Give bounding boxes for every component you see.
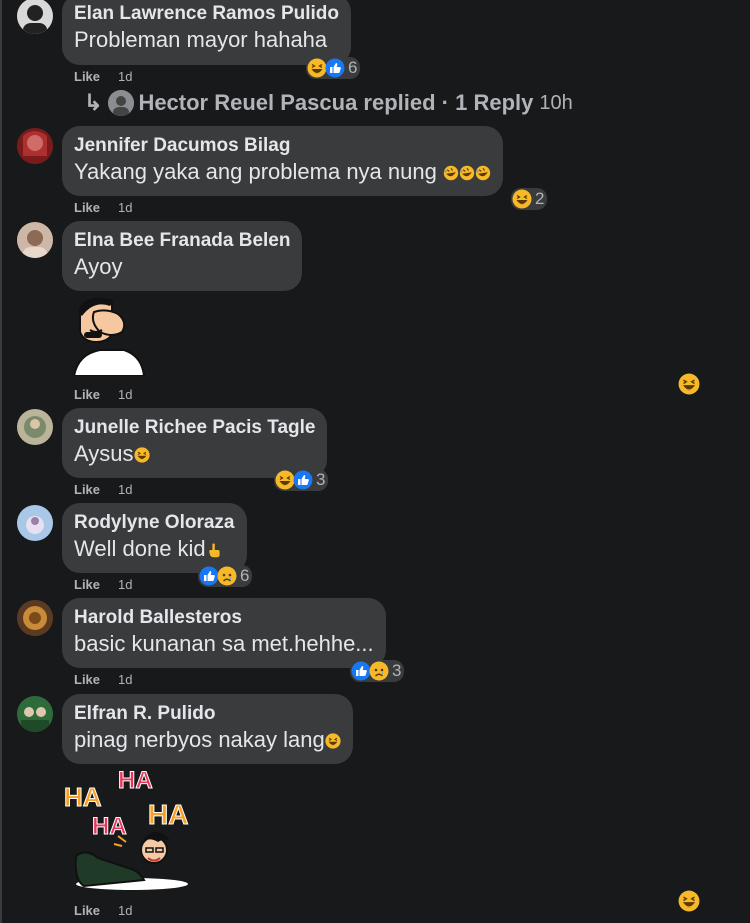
comment-bubble: Harold Ballesteros basic kunanan sa met.…	[62, 598, 386, 668]
comment-actions: Like 1d	[74, 482, 132, 497]
haha-sticker-word: HA	[64, 782, 102, 812]
haha-sticker-word: HA	[118, 767, 153, 794]
comment-text: Ayoy	[74, 254, 123, 279]
comment-actions: Like 1d	[74, 387, 132, 402]
avatar[interactable]	[17, 600, 53, 636]
haha-emoji-icon	[133, 447, 150, 463]
haha-sticker-word: HA	[92, 813, 127, 840]
reaction-count: 2	[535, 189, 545, 208]
like-link[interactable]: Like	[74, 387, 100, 402]
pointing-hand-emoji-icon	[208, 543, 220, 558]
comment-actions: Like 1d	[74, 577, 132, 592]
haha-sticker[interactable]: HA HA HA HA	[62, 764, 192, 894]
laughing-tears-emoji-icon	[443, 165, 459, 181]
haha-emoji-icon	[275, 470, 295, 490]
reaction-summary[interactable]: 6	[198, 565, 253, 587]
comment-text-body: pinag nerbyos nakay lang	[74, 727, 325, 752]
avatar[interactable]	[17, 128, 53, 164]
comment-text: basic kunanan sa met.hehhe...	[74, 631, 374, 656]
avatar	[108, 90, 135, 116]
comment-timestamp[interactable]: 1d	[118, 69, 132, 84]
comment-actions: Like 1d	[74, 200, 132, 215]
laughing-tears-emoji-icon	[475, 165, 491, 181]
like-link[interactable]: Like	[74, 577, 100, 592]
comment-actions: Like 1d	[74, 672, 132, 687]
comment-actions: Like 1d	[74, 903, 132, 918]
like-reaction-icon	[293, 470, 313, 490]
comment-timestamp[interactable]: 1d	[118, 903, 132, 918]
like-reaction-icon	[199, 566, 219, 586]
comment-timestamp[interactable]: 1d	[118, 672, 132, 687]
laughing-tears-emoji-icon	[459, 165, 475, 181]
comment-author[interactable]: Harold Ballesteros	[74, 606, 374, 630]
comment-author[interactable]: Jennifer Dacumos Bilag	[74, 134, 491, 158]
comment-author[interactable]: Elna Bee Franada Belen	[74, 229, 290, 253]
reply-summary-text: Hector Reuel Pascua replied · 1 Reply	[138, 90, 534, 115]
comment-text: Well done kid	[74, 535, 235, 563]
comment-actions: Like 1d	[74, 69, 132, 84]
comment-timestamp[interactable]: 1d	[118, 482, 132, 497]
comment-timestamp[interactable]: 1d	[118, 387, 132, 402]
like-link[interactable]: Like	[74, 69, 100, 84]
haha-sticker-word: HA	[148, 799, 188, 830]
comment-bubble: Elfran R. Pulido pinag nerbyos nakay lan…	[62, 694, 353, 764]
haha-emoji-icon	[324, 733, 341, 749]
haha-emoji-icon[interactable]	[678, 890, 700, 912]
reaction-summary[interactable]: 6	[306, 57, 361, 79]
reaction-summary[interactable]: 3	[274, 469, 329, 491]
comment-bubble: Junelle Richee Pacis Tagle Aysus	[62, 408, 328, 478]
like-reaction-icon	[325, 58, 345, 78]
reaction-count: 3	[316, 470, 326, 489]
avatar[interactable]	[17, 0, 53, 34]
reaction-summary[interactable]: 3	[350, 660, 405, 682]
facepalm-sticker[interactable]	[68, 292, 148, 377]
avatar[interactable]	[17, 505, 53, 541]
comment-bubble: Rodylyne Oloraza Well done kid	[62, 503, 247, 573]
comment-text: pinag nerbyos nakay lang	[74, 726, 341, 754]
avatar[interactable]	[17, 696, 53, 732]
reaction-count: 6	[348, 58, 358, 77]
comment-text: Yakang yaka ang problema nya nung	[74, 158, 491, 186]
comment-text-body: Aysus	[74, 441, 134, 466]
comment-timestamp[interactable]: 1d	[118, 200, 132, 215]
like-link[interactable]: Like	[74, 200, 100, 215]
reply-arrow-icon: ↳	[84, 90, 103, 115]
comment-author[interactable]: Elan Lawrence Ramos Pulido	[74, 2, 339, 26]
like-link[interactable]: Like	[74, 672, 100, 687]
comment-text-body: Well done kid	[74, 536, 206, 561]
reaction-count: 6	[240, 566, 250, 585]
comment-timestamp[interactable]: 1d	[118, 577, 132, 592]
avatar[interactable]	[17, 222, 53, 258]
comment-bubble: Elan Lawrence Ramos Pulido Probleman may…	[62, 0, 352, 65]
avatar[interactable]	[17, 409, 53, 445]
comment-author[interactable]: Elfran R. Pulido	[74, 702, 341, 726]
comment-bubble: Elna Bee Franada Belen Ayoy	[62, 221, 303, 291]
sad-reaction-icon	[217, 566, 237, 586]
like-link[interactable]: Like	[74, 903, 100, 918]
view-replies-link[interactable]: ↳ Hector Reuel Pascua replied · 1 Reply …	[84, 90, 573, 116]
comment-text: Aysus	[74, 440, 315, 468]
haha-emoji-icon	[512, 189, 532, 209]
comment-text: Probleman mayor hahaha	[74, 27, 328, 52]
reply-timestamp: 10h	[539, 91, 573, 114]
comment-bubble: Jennifer Dacumos Bilag Yakang yaka ang p…	[62, 126, 503, 196]
reaction-summary[interactable]: 2	[511, 188, 548, 210]
comment-author[interactable]: Rodylyne Oloraza	[74, 511, 235, 535]
sad-reaction-icon	[369, 661, 389, 681]
thread-rule	[0, 0, 2, 923]
haha-emoji-icon	[307, 58, 327, 78]
haha-emoji-icon[interactable]	[678, 373, 700, 395]
comment-text-body: Yakang yaka ang problema nya nung	[74, 159, 437, 184]
like-reaction-icon	[351, 661, 371, 681]
reaction-count: 3	[392, 661, 402, 680]
like-link[interactable]: Like	[74, 482, 100, 497]
comment-author[interactable]: Junelle Richee Pacis Tagle	[74, 416, 315, 440]
